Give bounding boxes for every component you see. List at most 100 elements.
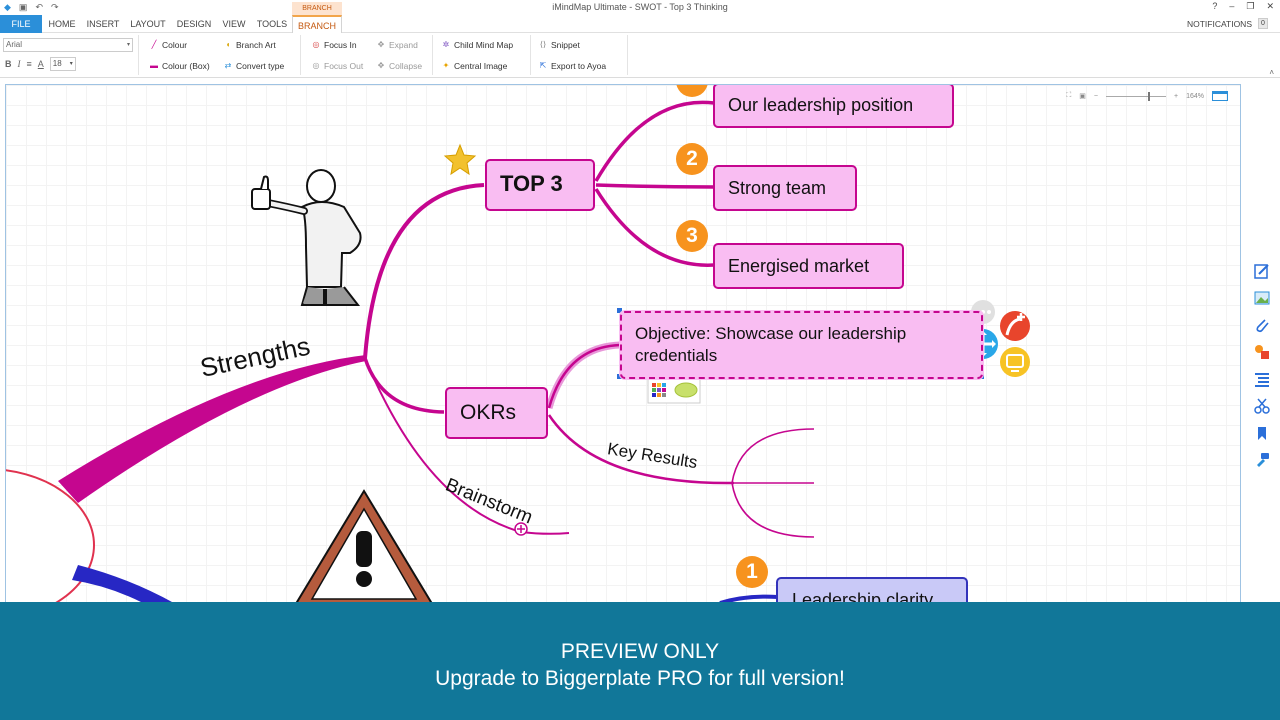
help-icon[interactable]: ? — [1212, 1, 1217, 12]
node-okrs[interactable]: OKRs — [445, 387, 548, 439]
window-controls: ? – ❐ ✕ — [1212, 1, 1274, 12]
collapse-ribbon-icon[interactable]: ˄ — [1269, 68, 1274, 77]
ribbon-divider — [530, 35, 531, 75]
tab-design[interactable]: DESIGN — [174, 15, 214, 33]
collapse-label: Collapse — [389, 61, 423, 71]
preview-banner[interactable]: PREVIEW ONLY Upgrade to Biggerplate PRO … — [0, 602, 1280, 720]
focus-out-label: Focus Out — [324, 61, 364, 71]
branch-art-button[interactable]: ◖ Branch Art — [224, 40, 276, 50]
tab-view[interactable]: VIEW — [220, 15, 248, 33]
present-icon[interactable]: ▣ — [1079, 92, 1086, 100]
bookmark-icon[interactable] — [1253, 424, 1271, 442]
node-strong-team-label: Strong team — [728, 178, 827, 198]
node-top3-label: TOP 3 — [500, 171, 563, 196]
key-result-fork-bottom[interactable] — [731, 482, 815, 538]
format-painter-icon[interactable] — [1253, 451, 1271, 469]
focus-in-label: Focus In — [324, 40, 357, 50]
image-library-icon[interactable] — [1253, 289, 1271, 307]
branch-art-label: Branch Art — [236, 40, 276, 50]
export-icon: ⇱ — [539, 61, 547, 70]
ribbon: Arial ▾ B I ≡ A 18 ▾ ╱ Colour ▬ Colour (… — [0, 33, 1280, 78]
scissors-icon[interactable] — [1253, 397, 1271, 415]
italic-button[interactable]: I — [18, 59, 21, 69]
zoom-out-icon[interactable]: − — [1094, 93, 1098, 100]
branch-brainstorm[interactable] — [364, 357, 570, 535]
blue-main-branch[interactable] — [72, 565, 186, 604]
close-icon[interactable]: ✕ — [1266, 1, 1274, 12]
branch-strong-team[interactable] — [595, 183, 715, 189]
font-size-select[interactable]: 18 ▾ — [49, 57, 76, 71]
colour-button[interactable]: ╱ Colour — [150, 40, 187, 50]
child-mind-map-button[interactable]: ✲ Child Mind Map — [442, 40, 513, 50]
zoom-in-icon[interactable]: + — [1174, 93, 1178, 100]
add-child-icon[interactable] — [1000, 311, 1030, 341]
title-bar: ◆ ▣ ↶ ↷ BRANCH TOOLS iMindMap Ultimate -… — [0, 0, 1280, 25]
branch-art-icon: ◖ — [225, 40, 231, 49]
ribbon-divider — [300, 35, 301, 75]
tab-tools[interactable]: TOOLS — [254, 15, 290, 33]
bold-button[interactable]: B — [5, 59, 12, 69]
export-ayoa-button[interactable]: ⇱ Export to Ayoa — [539, 61, 607, 71]
text-colour-button[interactable]: A — [38, 59, 44, 69]
minimize-icon[interactable]: – — [1229, 1, 1234, 12]
snippet-button[interactable]: ⟨⟩ Snippet — [539, 40, 580, 50]
tab-file[interactable]: FILE — [0, 15, 42, 33]
focus-out-button[interactable]: ◎ Focus Out — [312, 61, 364, 71]
attachment-icon[interactable] — [1253, 316, 1271, 334]
chevron-down-icon: ▾ — [69, 61, 73, 67]
central-image-label: Central Image — [454, 61, 508, 71]
priority-badge-3[interactable]: 3 — [676, 220, 708, 252]
colour-box-button[interactable]: ▬ Colour (Box) — [150, 61, 210, 71]
notifications[interactable]: NOTIFICATIONS 0 — [1187, 18, 1268, 29]
star-icon[interactable] — [443, 143, 477, 176]
node-energised-market[interactable]: Energised market — [713, 243, 904, 289]
tab-branch[interactable]: BRANCH — [292, 15, 342, 33]
tab-layout[interactable]: LAYOUT — [128, 15, 168, 33]
brush-icon: ╱ — [151, 40, 157, 49]
branch-to-top3[interactable] — [363, 183, 485, 359]
font-size-value: 18 — [52, 59, 62, 68]
expand-icon: ✥ — [377, 40, 385, 49]
export-ayoa-label: Export to Ayoa — [551, 61, 607, 71]
tab-insert[interactable]: INSERT — [84, 15, 122, 33]
expand-label: Expand — [389, 40, 418, 50]
edit-notes-icon[interactable] — [1253, 262, 1271, 280]
node-strong-team[interactable]: Strong team — [713, 165, 857, 211]
warning-sign-image[interactable] — [294, 489, 434, 604]
node-leadership-position[interactable]: Our leadership position — [713, 85, 954, 128]
collapse-button[interactable]: ✥ Collapse — [377, 61, 422, 71]
font-family-select[interactable]: Arial ▾ — [3, 38, 133, 52]
tab-home[interactable]: HOME — [46, 15, 78, 33]
priority-badge-leadership[interactable]: 1 — [736, 556, 768, 588]
font-family-value: Arial — [6, 40, 23, 49]
priority-badge-2[interactable]: 2 — [676, 143, 708, 175]
collapse-icon: ✥ — [377, 61, 385, 70]
colour-label: Colour — [162, 40, 188, 50]
node-objective[interactable]: Objective: Showcase our leadership crede… — [620, 311, 983, 379]
format-row: B I ≡ A 18 ▾ — [5, 57, 76, 71]
node-leadership-clarity[interactable]: Leadership clarity — [776, 577, 968, 603]
convert-type-button[interactable]: ⇄ Convert type — [224, 61, 285, 71]
paint-bucket-icon: ▬ — [150, 61, 158, 70]
add-note-icon[interactable] — [1000, 347, 1030, 377]
focus-in-button[interactable]: ◎ Focus In — [312, 40, 357, 50]
style-picker-icon[interactable] — [647, 378, 701, 404]
align-button[interactable]: ≡ — [27, 59, 32, 69]
window-layout-icon[interactable] — [1212, 91, 1228, 101]
ribbon-tabs: FILE HOME INSERT LAYOUT DESIGN VIEW TOOL… — [0, 15, 1280, 33]
node-top3[interactable]: TOP 3 — [485, 159, 595, 211]
chevron-down-icon: ▾ — [126, 42, 130, 48]
thumbs-up-man-image[interactable] — [251, 169, 362, 306]
central-image-button[interactable]: ✦ Central Image — [442, 61, 508, 71]
mind-map-canvas[interactable]: ⛶ ▣ − + 164% 2 3 1 TOP 3 Our leadership … — [5, 84, 1241, 604]
restore-icon[interactable]: ❐ — [1246, 1, 1254, 12]
convert-type-label: Convert type — [236, 61, 285, 71]
app-window: ◆ ▣ ↶ ↷ BRANCH TOOLS iMindMap Ultimate -… — [0, 0, 1280, 720]
window-title: iMindMap Ultimate - SWOT - Top 3 Thinkin… — [552, 2, 728, 12]
expand-button[interactable]: ✥ Expand — [377, 40, 418, 50]
zoom-slider[interactable] — [1106, 91, 1166, 101]
outline-icon[interactable] — [1253, 370, 1271, 388]
shapes-icon[interactable] — [1253, 343, 1271, 361]
key-result-fork-top[interactable] — [731, 428, 815, 484]
fit-screen-icon[interactable]: ⛶ — [1066, 92, 1071, 100]
